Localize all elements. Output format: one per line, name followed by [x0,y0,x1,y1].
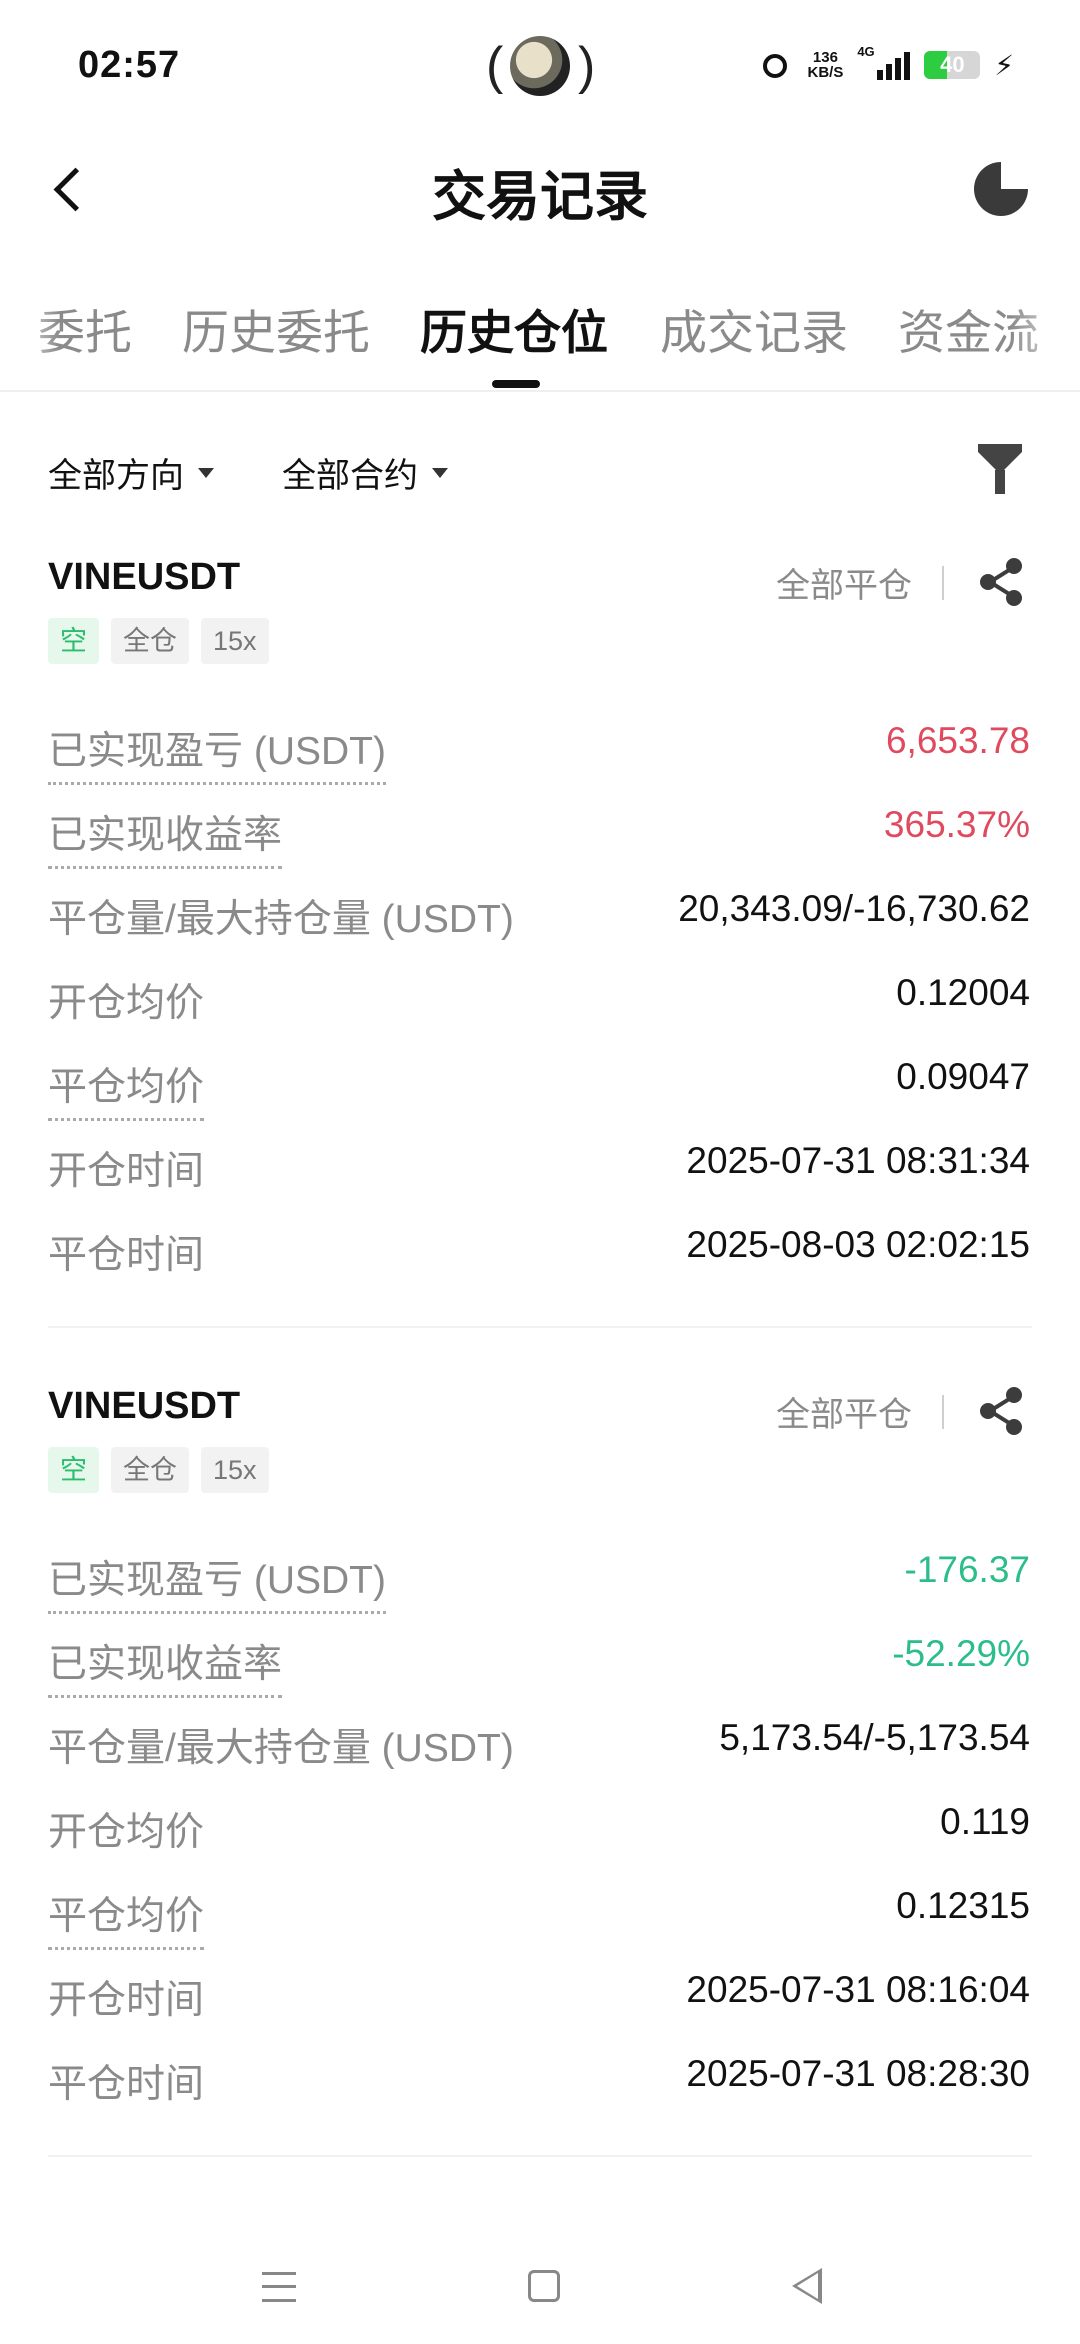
open-price-label: 开仓均价 [48,1811,205,1854]
realized-pnl-label[interactable]: 已实现盈亏 (USDT) [48,720,386,785]
position-symbol: VINEUSDT [48,1385,241,1427]
detail-row: 已实现盈亏 (USDT) -176.37 [48,1549,1031,1614]
realized-roi-value: -52.29% [892,1633,1030,1674]
detail-row: 平仓量/最大持仓量 (USDT) 5,173.54/-5,173.54 [48,1717,1030,1777]
side-tag: 空 [48,1447,99,1493]
contract-filter-label: 全部合约 [282,457,418,495]
divider [48,2155,1032,2157]
close-volume-label: 平仓量/最大持仓量 (USDT) [48,898,514,941]
margin-mode-tag: 全仓 [111,1447,189,1493]
open-price-value: 0.119 [940,1801,1030,1842]
open-time-label: 开仓时间 [48,1979,205,2022]
system-nav-bar [0,2230,1080,2344]
close-price-value: 0.12315 [896,1885,1030,1926]
detail-row: 已实现收益率 365.37% [48,804,1030,869]
direction-filter[interactable]: 全部方向 [48,448,214,497]
network-type: 4G [857,44,875,59]
battery-level: 40 [940,52,965,77]
home-icon[interactable] [528,2270,560,2302]
back-icon[interactable] [792,2268,822,2304]
detail-row: 平仓量/最大持仓量 (USDT) 20,343.09/-16,730.62 [48,888,1030,948]
open-time-value: 2025-07-31 08:16:04 [686,1969,1030,2010]
camera-icon: ( ) [486,36,596,96]
charging-icon: ⚡ [994,49,1014,81]
close-price-label[interactable]: 平仓均价 [48,1056,205,1121]
realized-roi-label[interactable]: 已实现收益率 [48,1633,283,1698]
tab-bar: 委托 历史委托 历史仓位 成交记录 资金流 [0,290,1080,390]
open-time-value: 2025-07-31 08:31:34 [686,1140,1030,1181]
detail-row: 平仓均价 0.12315 [48,1885,1030,1950]
realized-roi-label[interactable]: 已实现收益率 [48,804,283,869]
open-price-value: 0.12004 [896,972,1030,1013]
close-volume-value: 5,173.54/-5,173.54 [719,1717,1030,1758]
detail-row: 开仓均价 0.119 [48,1801,1030,1861]
battery-icon: 40 [924,51,981,79]
divider [48,1326,1032,1328]
realized-pnl-label[interactable]: 已实现盈亏 (USDT) [48,1549,386,1614]
detail-row: 开仓均价 0.12004 [48,972,1030,1032]
close-price-label[interactable]: 平仓均价 [48,1885,205,1950]
open-price-label: 开仓均价 [48,982,205,1025]
detail-row: 已实现盈亏 (USDT) 6,653.78 [48,720,1030,785]
close-time-value: 2025-07-31 08:28:30 [686,2053,1030,2094]
margin-mode-tag: 全仓 [111,618,189,664]
contract-filter[interactable]: 全部合约 [282,448,448,497]
status-time: 02:57 [78,44,181,86]
net-speed-unit: KB/S [807,64,844,81]
leverage-tag: 15x [201,1447,269,1493]
tab-trade-history[interactable]: 成交记录 [660,294,848,363]
share-icon[interactable] [978,1385,1026,1435]
net-speed: 136 KB/S [807,50,843,80]
status-icons: 136 KB/S 4G 40 ⚡ [759,44,1014,82]
close-time-value: 2025-08-03 02:02:15 [686,1224,1030,1265]
tab-position-history[interactable]: 历史仓位 [420,294,608,363]
divider [942,1395,944,1429]
detail-row: 平仓均价 0.09047 [48,1056,1030,1121]
net-speed-value: 136 [812,49,838,66]
close-all-button[interactable]: 全部平仓 [776,1387,912,1436]
realized-pnl-value: -176.37 [904,1549,1031,1590]
alarm-icon [759,48,793,82]
caret-down-icon [432,467,448,478]
leverage-tag: 15x [201,618,269,664]
pie-chart-icon[interactable] [974,162,1028,216]
signal-icon: 4G [857,44,911,80]
divider [942,566,944,600]
position-tags: 空 全仓 15x [48,618,269,664]
detail-row: 平仓时间 2025-07-31 08:28:30 [48,2053,1030,2113]
share-icon[interactable] [978,556,1026,606]
caret-down-icon [198,467,214,478]
close-volume-value: 20,343.09/-16,730.62 [678,888,1030,929]
detail-row: 开仓时间 2025-07-31 08:31:34 [48,1140,1030,1200]
close-volume-label: 平仓量/最大持仓量 (USDT) [48,1727,514,1770]
menu-icon[interactable] [262,2272,296,2302]
realized-roi-value: 365.37% [883,804,1030,845]
close-price-value: 0.09047 [896,1056,1030,1097]
close-all-button[interactable]: 全部平仓 [776,558,912,607]
page-title: 交易记录 [432,167,648,227]
direction-filter-label: 全部方向 [48,457,184,495]
open-time-label: 开仓时间 [48,1150,205,1193]
tab-order-history[interactable]: 历史委托 [182,294,370,363]
status-bar: 02:57 ( ) 136 KB/S 4G 40 ⚡ [0,0,1080,130]
active-tab-indicator [492,380,540,388]
side-tag: 空 [48,618,99,664]
funnel-icon[interactable] [978,444,1022,496]
realized-pnl-value: 6,653.78 [885,720,1030,761]
detail-row: 开仓时间 2025-07-31 08:16:04 [48,1969,1030,2029]
close-time-label: 平仓时间 [48,1234,205,1277]
position-tags: 空 全仓 15x [48,1447,269,1493]
close-time-label: 平仓时间 [48,2063,205,2106]
detail-row: 已实现收益率 -52.29% [48,1633,1030,1698]
detail-row: 平仓时间 2025-08-03 02:02:15 [48,1224,1030,1284]
position-symbol: VINEUSDT [48,556,241,598]
divider [0,390,1080,392]
